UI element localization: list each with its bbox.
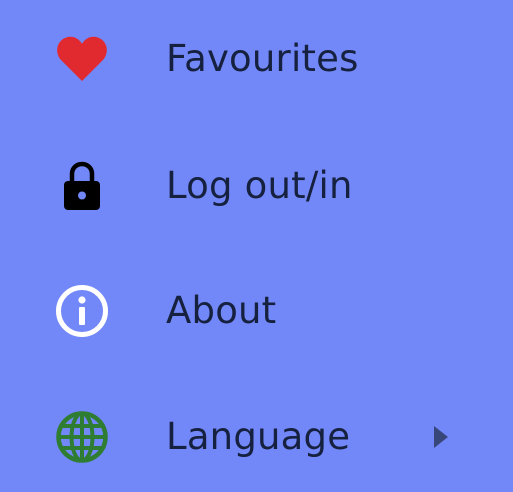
menu-item-about[interactable]: About: [0, 256, 513, 366]
globe-icon: [54, 409, 110, 465]
chevron-right-icon[interactable]: [430, 424, 452, 450]
menu-item-favourites[interactable]: Favourites: [0, 4, 513, 114]
menu-item-log-out-in[interactable]: Log out/in: [0, 131, 513, 241]
side-menu: Favourites Log out/in About Language: [0, 0, 513, 491]
menu-item-label: About: [166, 289, 277, 332]
menu-item-label: Log out/in: [166, 164, 353, 207]
menu-item-label: Language: [166, 415, 351, 458]
lock-icon: [54, 158, 110, 214]
menu-item-language[interactable]: Language: [0, 382, 513, 492]
heart-icon: [54, 31, 110, 87]
menu-item-label: Favourites: [166, 37, 359, 80]
info-icon: [54, 283, 110, 339]
